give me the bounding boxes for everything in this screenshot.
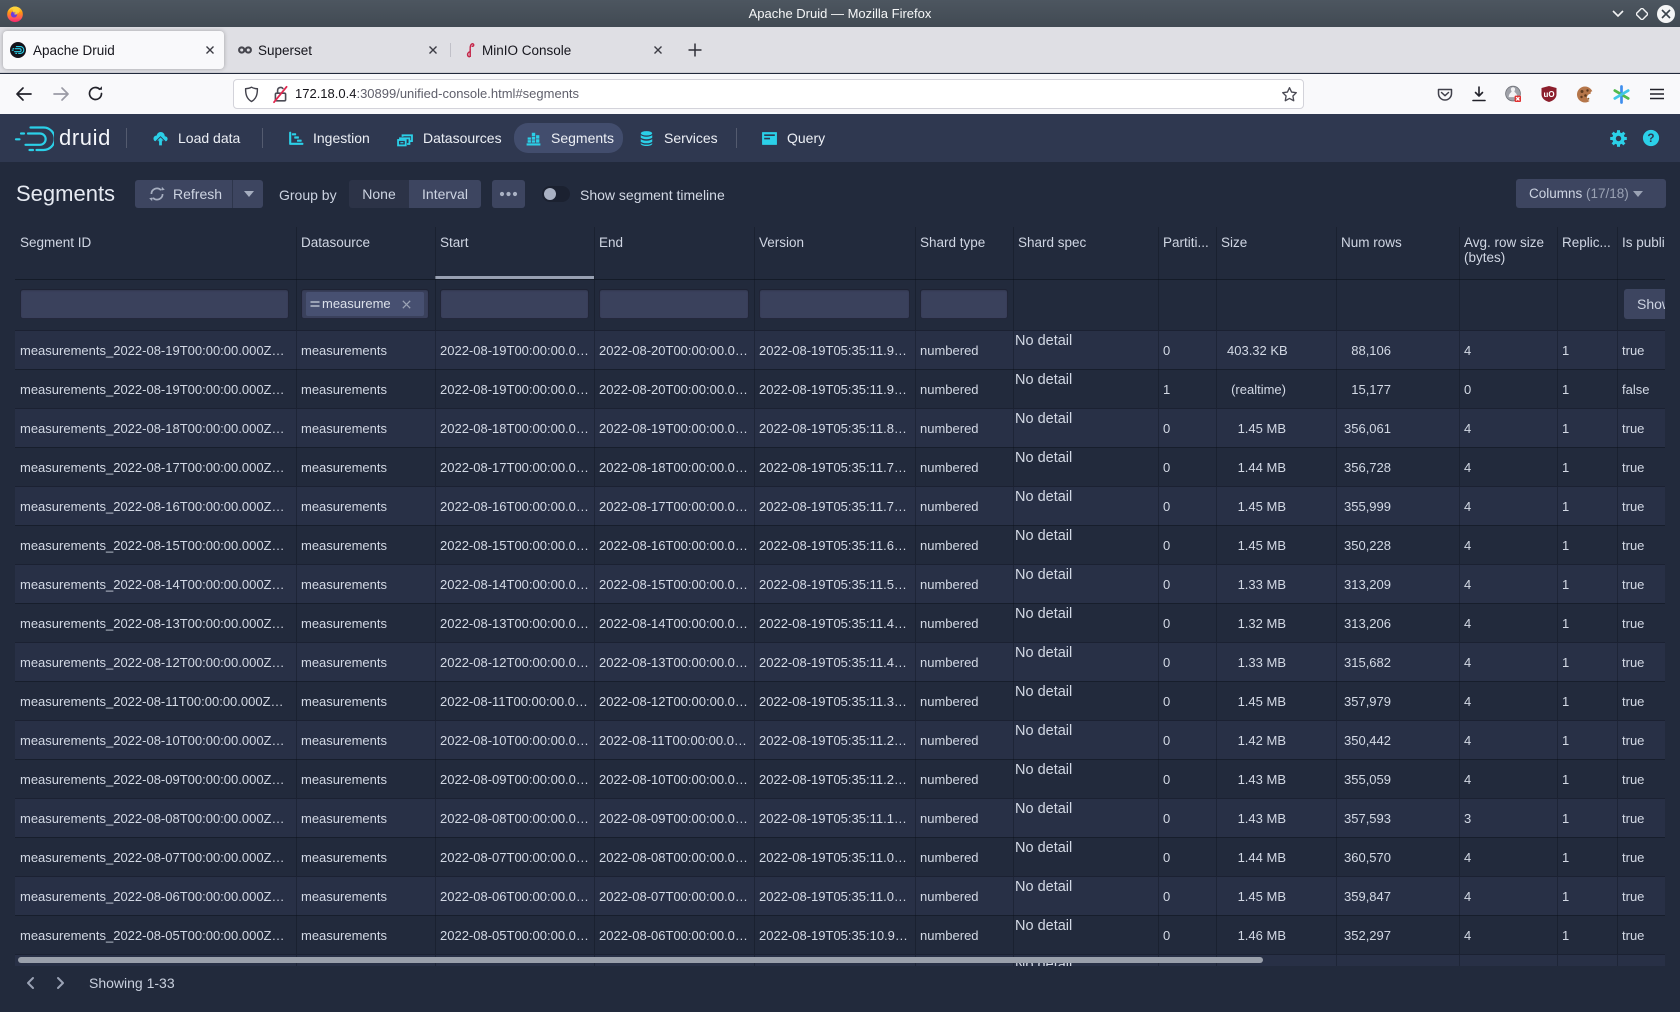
svg-text:?: ? bbox=[1647, 132, 1654, 145]
svg-text:uO: uO bbox=[1543, 90, 1554, 99]
